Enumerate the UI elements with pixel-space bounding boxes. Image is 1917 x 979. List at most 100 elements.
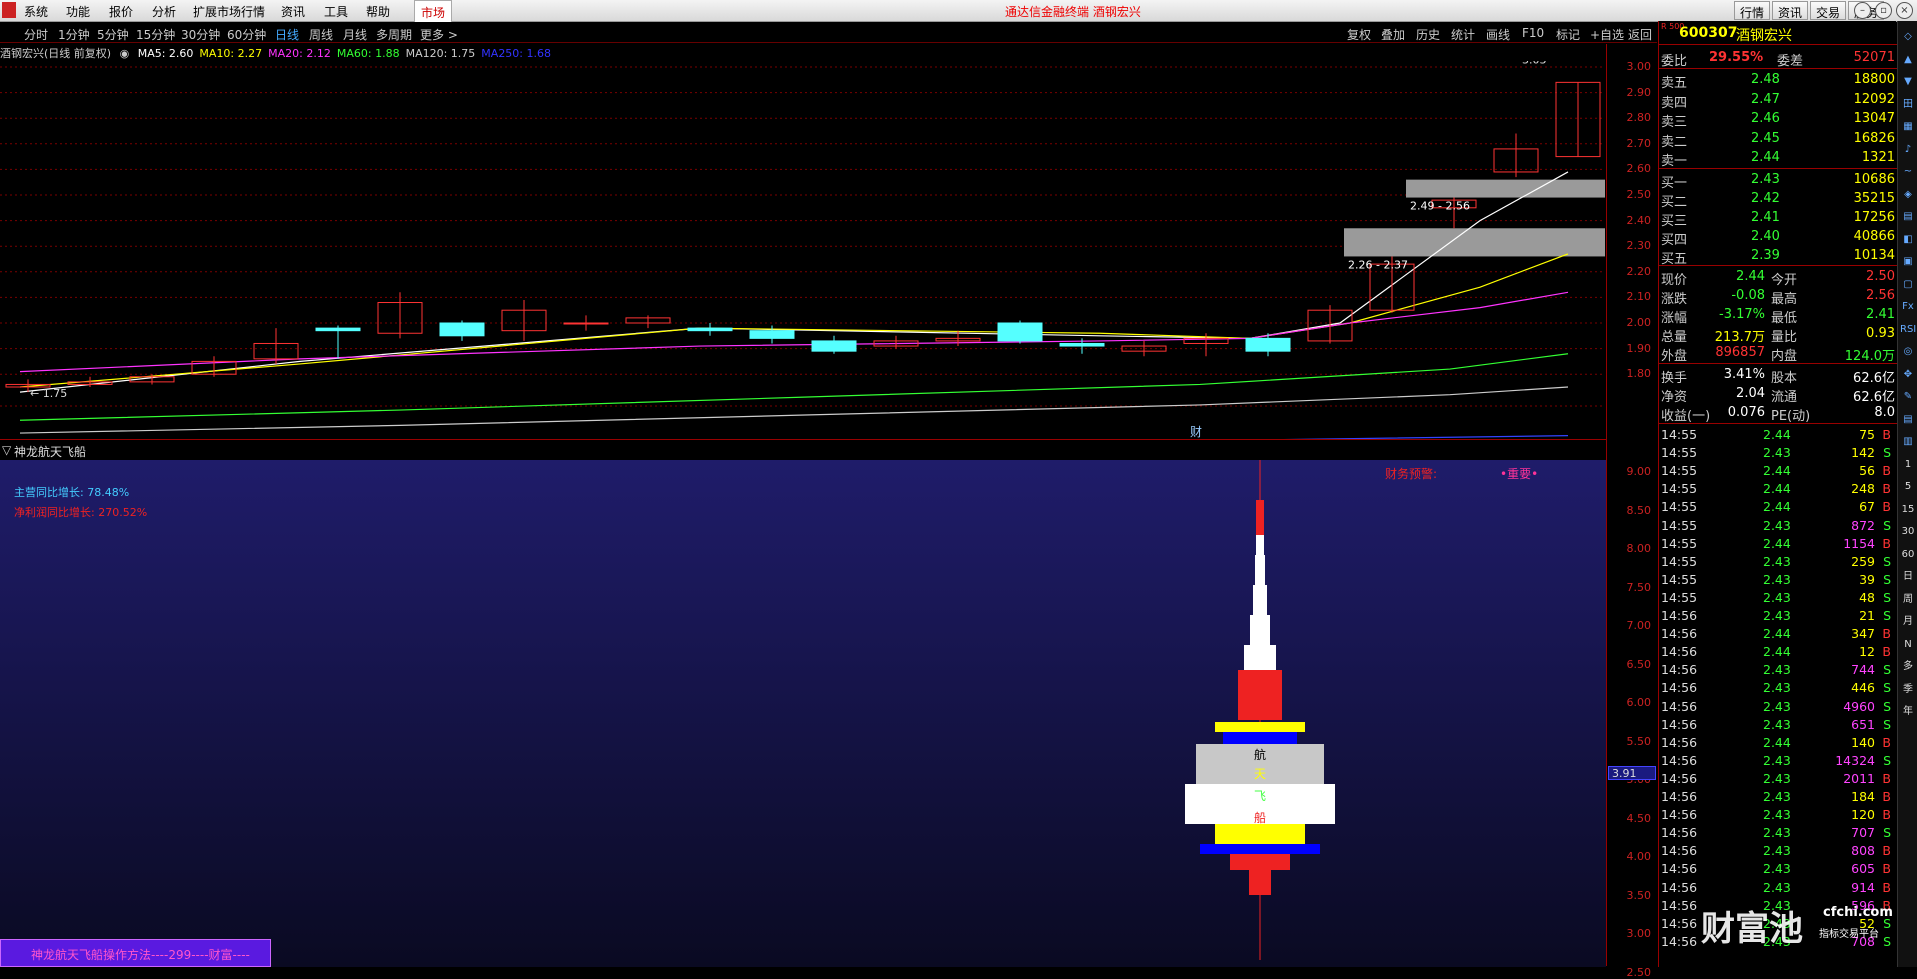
side-tool-icon[interactable]: N (1900, 637, 1916, 653)
side-tool-icon[interactable]: 多 (1900, 659, 1916, 675)
ask-row[interactable]: 卖五 2.48 18800 (1659, 70, 1897, 91)
side-tool-icon[interactable]: ▥ (1900, 434, 1916, 450)
side-tool-icon[interactable]: ▢ (1900, 277, 1916, 293)
ask-row[interactable]: 卖三 2.46 13047 (1659, 109, 1897, 130)
period-1min[interactable]: 1分钟 (58, 26, 90, 43)
side-tool-icon[interactable]: ▦ (1900, 119, 1916, 135)
period-5min[interactable]: 5分钟 (97, 26, 129, 43)
stat-row: 外盘 896857 内盘 124.0万 (1659, 343, 1897, 364)
ask-row[interactable]: 卖二 2.45 16826 (1659, 129, 1897, 150)
period-month[interactable]: 月线 (343, 26, 367, 43)
btn-trade[interactable]: 交易 (1810, 1, 1847, 20)
bid-row[interactable]: 买四 2.40 40866 (1659, 227, 1897, 248)
menu-analysis[interactable]: 分析 (152, 3, 176, 20)
side-tool-icon[interactable]: ▤ (1900, 209, 1916, 225)
method-footer[interactable]: 神龙航天飞船操作方法----299----财富---- (0, 939, 271, 967)
window-title: 通达信金融终端 酒钢宏兴 (1005, 5, 1141, 19)
tick-side: S (1883, 825, 1891, 841)
tick-side: B (1882, 879, 1891, 895)
tool-overlay[interactable]: 叠加 (1381, 26, 1405, 43)
side-tool-icon[interactable]: 田 (1900, 97, 1916, 113)
side-tool-icon[interactable]: 60 (1900, 547, 1916, 563)
tick-time: 14:56 (1661, 698, 1698, 714)
side-tool-icon[interactable]: RSI (1900, 322, 1916, 338)
side-tool-icon[interactable]: ▣ (1900, 254, 1916, 270)
period-multi[interactable]: 多周期 (376, 26, 412, 43)
menu-ext-market[interactable]: 扩展市场行情 (193, 3, 265, 20)
menu-help[interactable]: 帮助 (366, 3, 390, 20)
settings-icon[interactable]: ◉ (120, 47, 130, 60)
side-tool-icon[interactable]: 年 (1900, 704, 1916, 720)
ask-row[interactable]: 卖四 2.47 12092 (1659, 90, 1897, 111)
restore-icon[interactable]: ▫ (1875, 2, 1892, 19)
side-tool-icon[interactable]: Fx (1900, 299, 1916, 315)
tick-time: 14:56 (1661, 789, 1698, 804)
tool-adjust[interactable]: 复权 (1347, 26, 1371, 43)
menu-quote[interactable]: 报价 (109, 3, 133, 20)
side-tool-icon[interactable]: 周 (1900, 592, 1916, 608)
ask-row[interactable]: 卖一 2.44 1321 (1659, 148, 1897, 169)
tool-stats[interactable]: 统计 (1451, 26, 1475, 43)
side-tool-icon[interactable]: ▤ (1900, 412, 1916, 428)
period-tick[interactable]: 分时 (24, 26, 48, 43)
side-tool-icon[interactable]: 1 (1900, 457, 1916, 473)
tool-add-watch[interactable]: +自选 (1590, 26, 1624, 43)
tick-volume: 120 (1851, 807, 1875, 823)
bid-row[interactable]: 买三 2.41 17256 (1659, 208, 1897, 229)
btn-news[interactable]: 资讯 (1772, 1, 1809, 20)
tick-row: 14:56 2.43 21 S (1659, 606, 1897, 624)
side-tool-icon[interactable]: ✥ (1900, 367, 1916, 383)
side-tool-icon[interactable]: ~ (1900, 164, 1916, 180)
market-tab[interactable]: 市场 (414, 0, 453, 22)
tick-time: 14:56 (1661, 861, 1698, 877)
side-tool-icon[interactable]: 月 (1900, 614, 1916, 630)
indicator-toggle-icon[interactable]: ▽ (2, 443, 11, 457)
bid-row[interactable]: 买二 2.42 35215 (1659, 189, 1897, 210)
tool-mark[interactable]: 标记 (1556, 26, 1580, 43)
candle-body (1059, 342, 1105, 347)
side-tool-icon[interactable]: 季 (1900, 682, 1916, 698)
side-tool-icon[interactable]: 15 (1900, 502, 1916, 518)
menu-news[interactable]: 资讯 (281, 3, 305, 20)
menu-system[interactable]: 系统 (24, 3, 48, 20)
tick-side: S (1883, 553, 1891, 569)
kline-chart[interactable]: 3.03 ← 1.75 2.49 - 2.56 2.26 - 2.37 财 ◇ ▣ (0, 61, 1605, 439)
close-icon[interactable]: × (1896, 2, 1913, 19)
indicator-tick: 6.50 (1626, 657, 1652, 671)
menu-function[interactable]: 功能 (66, 3, 90, 20)
tool-back[interactable]: 返回 (1628, 26, 1652, 43)
rocket-segment (1253, 585, 1267, 615)
side-tool-icon[interactable]: 5 (1900, 479, 1916, 495)
tool-draw[interactable]: 画线 (1486, 26, 1510, 43)
side-tool-icon[interactable]: ◎ (1900, 344, 1916, 360)
side-tool-icon[interactable]: ♪ (1900, 142, 1916, 158)
side-tool-icon[interactable]: ◇ (1900, 29, 1916, 45)
tick-price: 2.44 (1763, 734, 1791, 750)
bid-row[interactable]: 买五 2.39 10134 (1659, 246, 1897, 267)
btn-quote[interactable]: 行情 (1734, 1, 1771, 20)
period-30min[interactable]: 30分钟 (181, 26, 220, 43)
price: 2.45 (1751, 130, 1780, 146)
side-tool-icon[interactable]: 30 (1900, 524, 1916, 540)
side-tool-icon[interactable]: ◧ (1900, 232, 1916, 248)
tool-history[interactable]: 历史 (1416, 26, 1440, 43)
tick-price: 2.43 (1763, 843, 1791, 859)
period-15min[interactable]: 15分钟 (136, 26, 175, 43)
side-tool-icon[interactable]: ▼ (1900, 74, 1916, 90)
menu-tools[interactable]: 工具 (324, 3, 348, 20)
side-tool-icon[interactable]: ▲ (1900, 52, 1916, 68)
bid-row[interactable]: 买一 2.43 10686 (1659, 170, 1897, 191)
ma-legend-item: MA20: 2.12 (268, 47, 331, 60)
indicator-panel: 主营同比增长: 78.48% 净利润同比增长: 270.52% 财务预警: •重… (0, 460, 1606, 967)
period-60min[interactable]: 60分钟 (227, 26, 266, 43)
tick-side: S (1883, 680, 1891, 696)
tool-f10[interactable]: F10 (1522, 26, 1544, 40)
tick-price: 2.43 (1763, 662, 1791, 678)
period-more[interactable]: 更多 > (420, 26, 458, 43)
side-tool-icon[interactable]: ◈ (1900, 187, 1916, 203)
side-tool-icon[interactable]: 日 (1900, 569, 1916, 585)
period-week[interactable]: 周线 (309, 26, 333, 43)
minimize-icon[interactable]: – (1854, 2, 1871, 19)
side-tool-icon[interactable]: ✎ (1900, 389, 1916, 405)
period-day[interactable]: 日线 (275, 26, 299, 43)
